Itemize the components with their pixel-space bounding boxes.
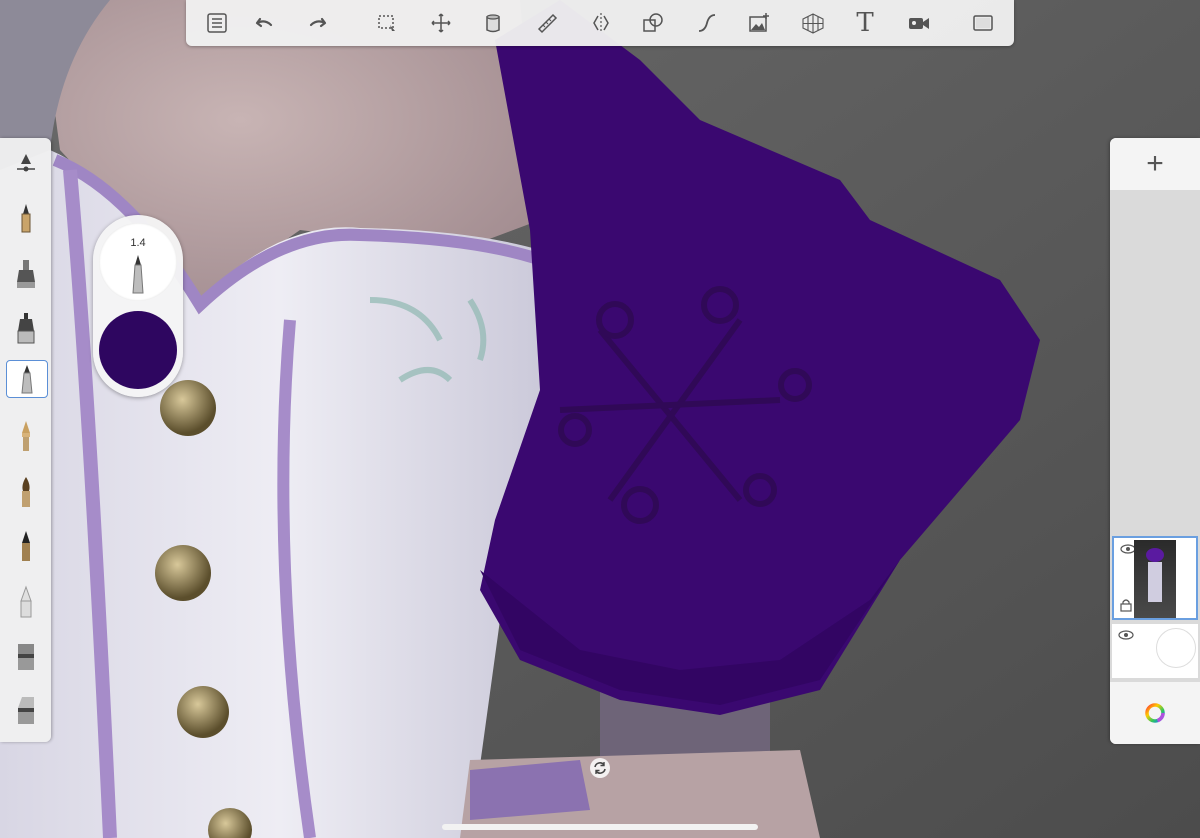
brush-size-value: 1.4 (130, 237, 146, 249)
text-icon[interactable]: T (850, 8, 880, 38)
lock-icon[interactable] (1120, 598, 1132, 612)
drawing-canvas[interactable] (0, 0, 1200, 838)
redo-arrow-icon[interactable] (304, 8, 334, 38)
move-icon[interactable] (426, 8, 456, 38)
layer-thumbnail (1134, 540, 1176, 618)
symmetry-icon[interactable] (586, 8, 616, 38)
airbrush-icon[interactable] (6, 528, 46, 564)
fullscreen-icon[interactable] (968, 8, 998, 38)
brush-size-color-puck: 1.4 (93, 215, 183, 397)
paint-brush-icon[interactable] (6, 474, 46, 510)
canvas-rotate-reset-icon[interactable] (589, 757, 611, 779)
perspective-grid-icon[interactable] (798, 8, 828, 38)
home-indicator[interactable] (442, 824, 758, 830)
brush-properties-icon[interactable] (6, 146, 46, 182)
layer-item-background[interactable] (1112, 624, 1198, 678)
current-color-swatch[interactable] (99, 311, 177, 389)
color-wheel-icon (1145, 703, 1165, 723)
ink-pen-icon[interactable] (6, 256, 46, 292)
pencil-icon[interactable] (6, 200, 46, 236)
layers-panel: + (1110, 138, 1200, 744)
curve-icon[interactable] (692, 8, 722, 38)
fill-bucket-icon[interactable] (478, 8, 508, 38)
ruler-icon[interactable] (532, 8, 562, 38)
soft-eraser-icon[interactable] (6, 584, 46, 620)
ballpoint-icon (132, 255, 144, 294)
eraser-icon[interactable] (6, 692, 46, 728)
brush-palette (0, 138, 51, 742)
add-layer-button[interactable]: + (1110, 138, 1200, 190)
top-toolbar: T (186, 0, 1014, 46)
list-icon[interactable] (202, 8, 232, 38)
selection-icon[interactable] (372, 8, 402, 38)
corset-button (160, 380, 216, 436)
brush-size-control[interactable]: 1.4 (99, 223, 177, 301)
plus-icon: + (1146, 147, 1164, 180)
corset-button (155, 545, 211, 601)
image-add-icon[interactable] (744, 8, 774, 38)
background-thumbnail (1156, 628, 1196, 668)
purple-stripe (470, 760, 590, 820)
color-wheel-button[interactable] (1110, 682, 1200, 744)
eye-icon[interactable] (1118, 630, 1134, 640)
shapes-icon[interactable] (638, 8, 668, 38)
video-camera-icon[interactable] (904, 8, 934, 38)
corset-button (177, 686, 229, 738)
ballpoint-icon[interactable] (6, 360, 48, 398)
layer-item-character[interactable] (1112, 536, 1198, 620)
undo-arrow-icon[interactable] (248, 8, 278, 38)
smudge-icon[interactable] (6, 638, 46, 674)
marker-icon[interactable] (6, 310, 46, 346)
fountain-pen-icon[interactable] (6, 418, 46, 454)
